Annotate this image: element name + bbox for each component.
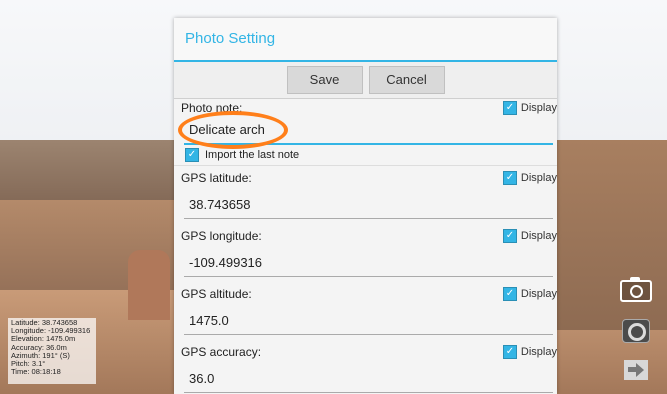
display-label: Display	[520, 288, 557, 300]
gps-accuracy-display-toggle[interactable]: ✓ Display	[502, 345, 557, 359]
display-label: Display	[520, 230, 557, 242]
display-label: Display	[520, 346, 557, 358]
gps-longitude-display-toggle[interactable]: ✓ Display	[502, 229, 557, 243]
exit-button[interactable]	[615, 355, 657, 385]
gps-longitude-label: GPS longitude:	[181, 229, 262, 243]
lens-icon	[622, 319, 650, 343]
checkbox-checked-icon[interactable]: ✓	[502, 171, 517, 185]
gps-altitude-label: GPS altitude:	[181, 287, 252, 301]
gps-latitude-label: GPS latitude:	[181, 171, 252, 185]
arch-rock	[128, 250, 170, 320]
location-info-overlay: Latitude: 38.743658 Longitude: -109.4993…	[8, 318, 96, 384]
import-last-note-label: Import the last note	[205, 149, 300, 161]
camera-icon	[620, 277, 652, 302]
photo-setting-dialog: Photo Setting Save Cancel Photo note: ✓ …	[174, 18, 557, 394]
photo-note-display-toggle[interactable]: ✓ Display	[502, 101, 557, 115]
gps-longitude-section: GPS longitude: ✓ Display -109.499316	[174, 219, 557, 277]
button-bar: Save Cancel	[174, 62, 557, 99]
lens-button[interactable]	[615, 316, 657, 346]
checkbox-checked-icon[interactable]: ✓	[502, 101, 517, 115]
checkbox-checked-icon[interactable]: ✓	[502, 345, 517, 359]
gps-latitude-section: GPS latitude: ✓ Display 38.743658	[174, 165, 557, 219]
checkbox-checked-icon[interactable]: ✓	[185, 148, 199, 162]
display-label: Display	[520, 172, 557, 184]
checkbox-checked-icon[interactable]: ✓	[502, 287, 517, 301]
checkbox-checked-icon[interactable]: ✓	[502, 229, 517, 243]
camera-button[interactable]	[615, 276, 657, 306]
highlight-oval	[178, 111, 288, 149]
save-button[interactable]: Save	[286, 66, 363, 94]
gps-altitude-display-toggle[interactable]: ✓ Display	[502, 287, 557, 301]
gps-altitude-section: GPS altitude: ✓ Display 1475.0	[174, 277, 557, 335]
gps-accuracy-label: GPS accuracy:	[181, 345, 262, 359]
gps-altitude-input[interactable]: 1475.0	[184, 308, 553, 335]
gps-accuracy-input[interactable]: 36.0	[184, 366, 553, 393]
gps-latitude-input[interactable]: 38.743658	[184, 192, 553, 219]
dialog-title: Photo Setting	[174, 18, 557, 62]
gps-longitude-input[interactable]: -109.499316	[184, 250, 553, 277]
cancel-button[interactable]: Cancel	[368, 66, 445, 94]
display-label: Display	[520, 102, 557, 114]
gps-latitude-display-toggle[interactable]: ✓ Display	[502, 171, 557, 185]
exit-icon	[624, 360, 648, 380]
gps-accuracy-section: GPS accuracy: ✓ Display 36.0	[174, 335, 557, 393]
info-time: Time: 08:18:18	[11, 367, 61, 377]
